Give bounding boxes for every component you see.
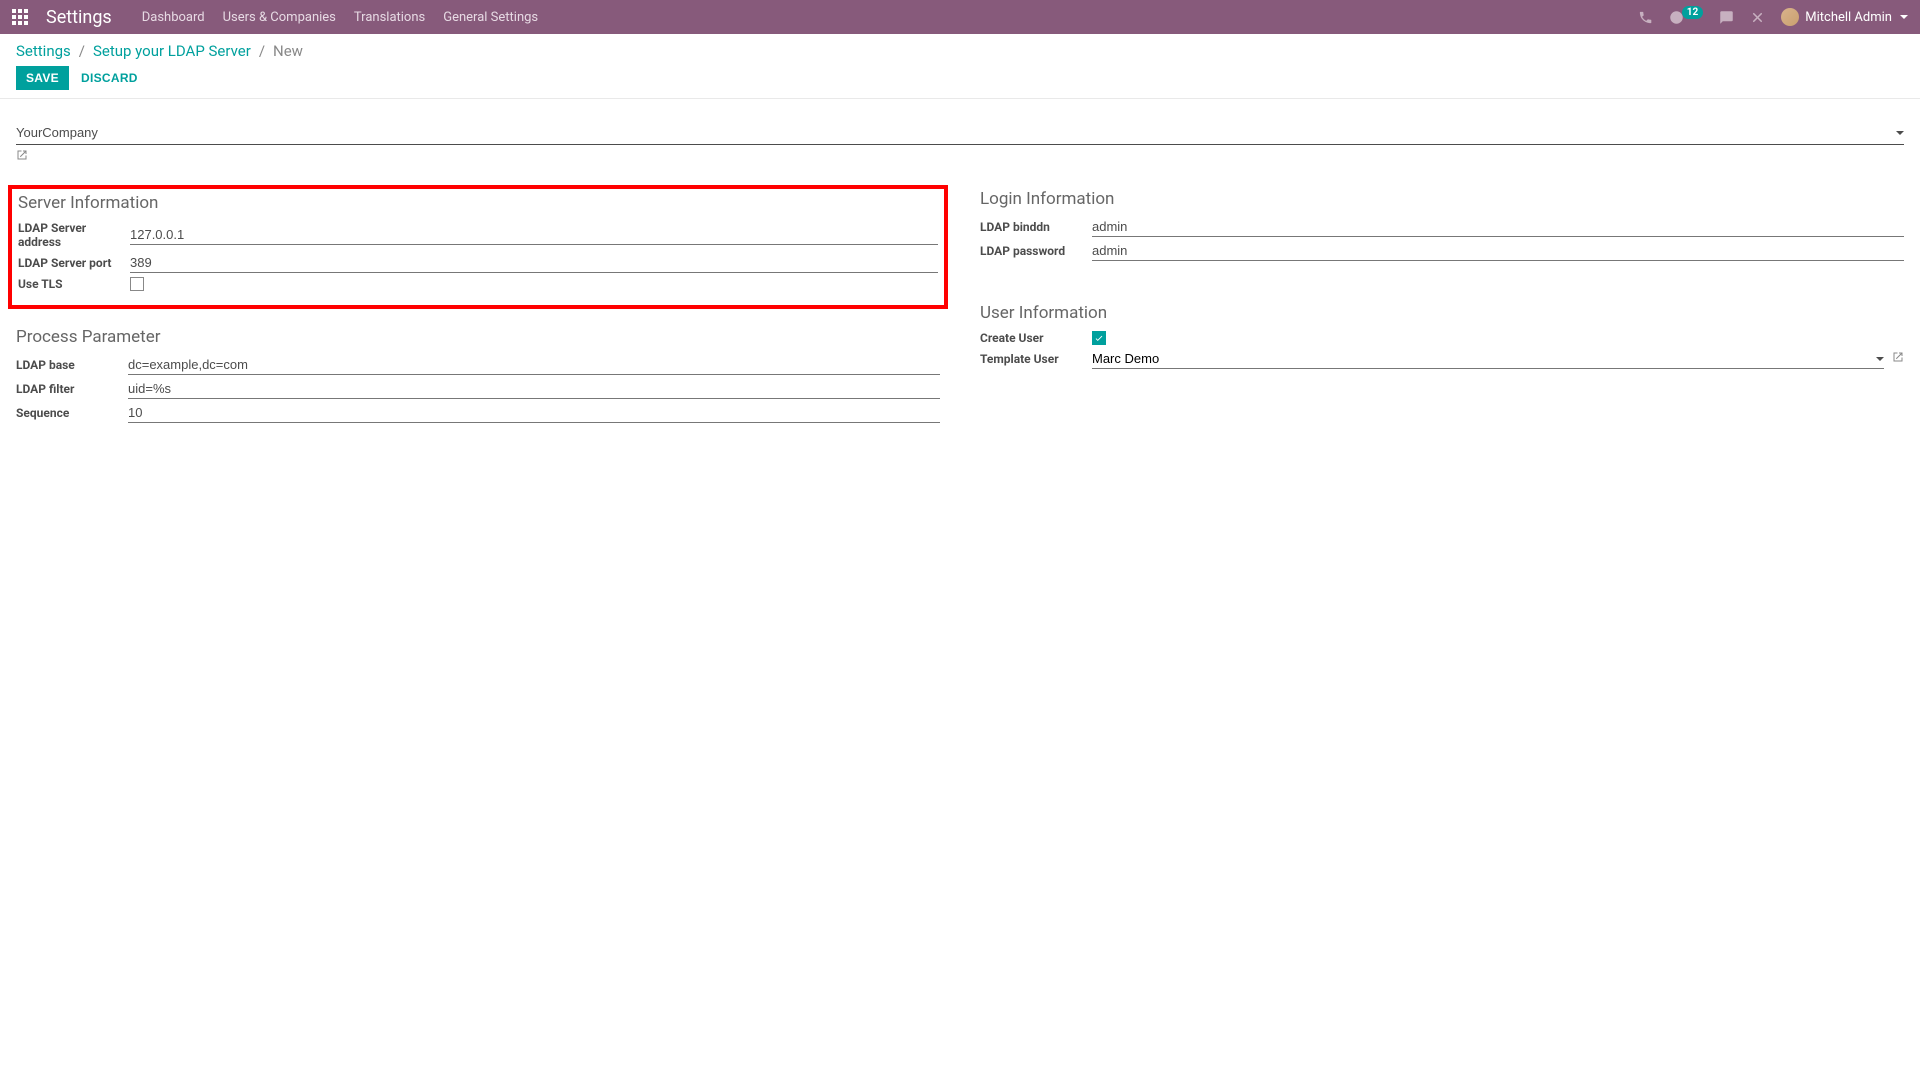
- chevron-down-icon: [1900, 15, 1908, 19]
- company-external-link[interactable]: [16, 149, 1904, 165]
- template-user-label: Template User: [980, 352, 1092, 366]
- breadcrumb-root[interactable]: Settings: [16, 42, 71, 60]
- server-info-highlight: Server Information LDAP Server address L…: [8, 185, 948, 309]
- sequence-input[interactable]: [128, 403, 940, 423]
- sequence-label: Sequence: [16, 406, 128, 420]
- user-name: Mitchell Admin: [1805, 10, 1892, 25]
- server-info-title: Server Information: [18, 193, 938, 213]
- breadcrumb-parent[interactable]: Setup your LDAP Server: [93, 42, 251, 60]
- ldap-password-input[interactable]: [1092, 241, 1904, 261]
- ldap-password-label: LDAP password: [980, 244, 1092, 258]
- avatar: [1781, 8, 1799, 26]
- form-sheet: Server Information LDAP Server address L…: [0, 99, 1920, 463]
- ldap-base-input[interactable]: [128, 355, 940, 375]
- ldap-filter-input[interactable]: [128, 379, 940, 399]
- company-input[interactable]: [16, 123, 1892, 142]
- create-user-checkbox[interactable]: [1092, 331, 1106, 345]
- ldap-base-label: LDAP base: [16, 358, 128, 372]
- ldap-filter-label: LDAP filter: [16, 382, 128, 396]
- breadcrumb-current: New: [273, 42, 303, 60]
- activities-badge: 12: [1682, 6, 1703, 19]
- ldap-binddn-label: LDAP binddn: [980, 220, 1092, 234]
- breadcrumb: Settings / Setup your LDAP Server / New: [16, 42, 1904, 60]
- nav-users-companies[interactable]: Users & Companies: [223, 10, 336, 25]
- control-panel: Settings / Setup your LDAP Server / New …: [0, 34, 1920, 99]
- create-user-label: Create User: [980, 331, 1092, 345]
- ldap-port-input[interactable]: [130, 253, 938, 273]
- use-tls-checkbox[interactable]: [130, 277, 144, 291]
- close-icon[interactable]: [1750, 10, 1765, 25]
- template-user-field[interactable]: [1092, 349, 1884, 369]
- user-info-title: User Information: [980, 303, 1904, 323]
- save-button[interactable]: SAVE: [16, 66, 69, 90]
- activities-button[interactable]: 12: [1669, 10, 1703, 25]
- use-tls-label: Use TLS: [18, 277, 130, 291]
- chevron-down-icon[interactable]: [1876, 357, 1884, 361]
- user-menu[interactable]: Mitchell Admin: [1781, 8, 1908, 26]
- template-user-external-link[interactable]: [1892, 351, 1904, 367]
- conversations-icon[interactable]: [1719, 10, 1734, 25]
- ldap-address-label: LDAP Server address: [18, 221, 130, 249]
- phone-icon[interactable]: [1638, 10, 1653, 25]
- process-param-title: Process Parameter: [16, 327, 940, 347]
- login-info-title: Login Information: [980, 189, 1904, 209]
- nav-translations[interactable]: Translations: [354, 10, 425, 25]
- app-brand[interactable]: Settings: [46, 7, 112, 28]
- chevron-down-icon[interactable]: [1896, 131, 1904, 135]
- apps-icon[interactable]: [12, 9, 28, 25]
- company-field[interactable]: [16, 123, 1904, 145]
- ldap-address-input[interactable]: [130, 225, 938, 245]
- ldap-binddn-input[interactable]: [1092, 217, 1904, 237]
- ldap-port-label: LDAP Server port: [18, 256, 130, 270]
- discard-button[interactable]: DISCARD: [81, 71, 138, 85]
- main-navbar: Settings Dashboard Users & Companies Tra…: [0, 0, 1920, 34]
- nav-dashboard[interactable]: Dashboard: [142, 10, 205, 25]
- template-user-input[interactable]: [1092, 349, 1866, 368]
- nav-general-settings[interactable]: General Settings: [443, 10, 538, 25]
